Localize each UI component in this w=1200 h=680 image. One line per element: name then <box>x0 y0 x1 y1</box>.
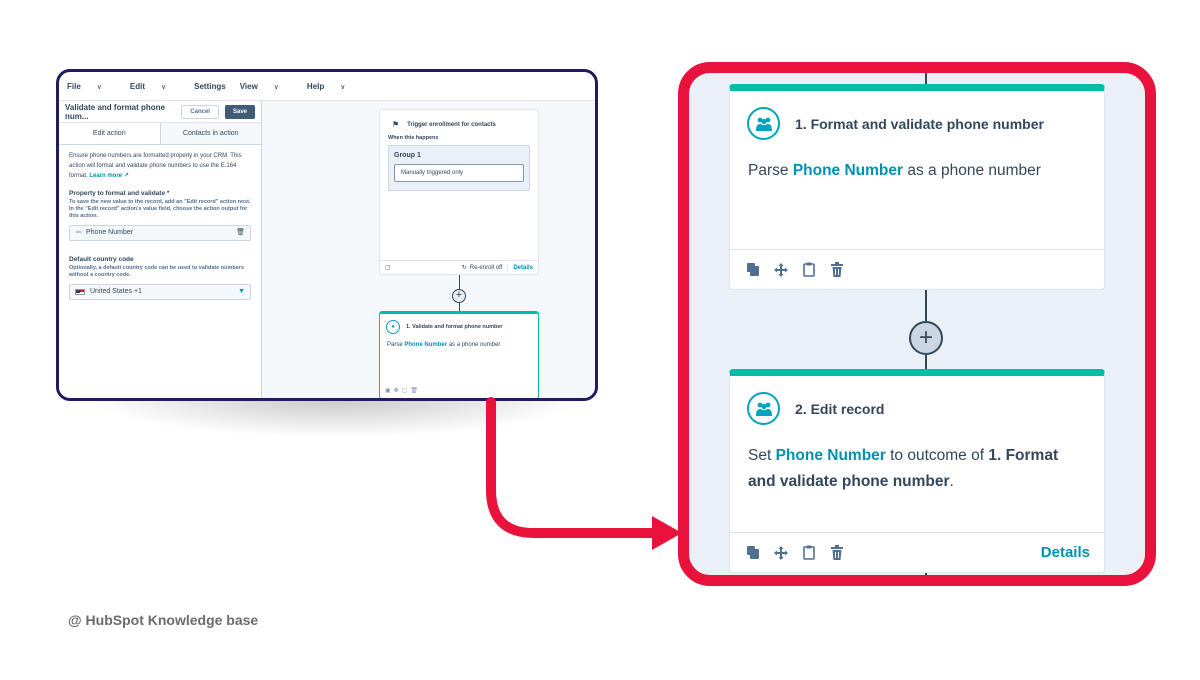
country-code-hint: Optionally, a default country code can b… <box>69 265 245 278</box>
action-header: 2. Edit record <box>730 376 1104 435</box>
property-token: Phone Number <box>792 162 904 179</box>
copy-icon[interactable]: ▢ <box>385 264 391 271</box>
action-details-link[interactable]: Details <box>1041 544 1090 561</box>
connector-line <box>925 355 927 369</box>
panel-tabs: Edit action Contacts in action <box>59 123 261 145</box>
menu-help[interactable]: Help ∨ <box>307 82 359 91</box>
external-link-icon: ↗ <box>123 173 129 179</box>
workflow-canvas: ⚑ Trigger enrollment for contacts When t… <box>262 101 595 398</box>
move-icon[interactable] <box>774 545 788 560</box>
trigger-group: Group 1 Manually triggered only <box>388 145 530 191</box>
delete-icon[interactable]: 🗑 <box>236 228 245 238</box>
trigger-card[interactable]: ⚑ Trigger enrollment for contacts When t… <box>379 109 539 275</box>
property-label: Property to format and validate * <box>69 190 170 197</box>
group-title: Group 1 <box>394 152 421 159</box>
action-header: ● 1. Validate and format phone number <box>380 314 538 340</box>
add-action-button[interactable]: + <box>452 289 466 303</box>
action-header: 1. Format and validate phone number <box>730 91 1104 150</box>
property-field[interactable]: ≔ Phone Number 🗑 <box>69 225 251 241</box>
panel-header: Validate and format phone num... Cancel … <box>59 101 261 123</box>
connector-line <box>459 275 460 289</box>
source-caption: @ HubSpot Knowledge base <box>68 612 259 628</box>
property-hint: To save the new value to the record, add… <box>69 199 251 219</box>
panel-body: Ensure phone numbers are formatted prope… <box>59 145 261 306</box>
cancel-button[interactable]: Cancel <box>181 104 219 119</box>
drag-handle-icon: ≔ <box>75 229 82 236</box>
connector-line <box>925 290 927 321</box>
action-card-small[interactable]: ● 1. Validate and format phone number Pa… <box>379 311 539 398</box>
trigger-when-label: When this happens <box>388 135 439 141</box>
trigger-criteria[interactable]: Manually triggered only <box>394 164 524 182</box>
copy-icon[interactable] <box>746 545 760 560</box>
reenroll-status[interactable]: Re-enroll off <box>470 265 503 271</box>
learn-more-link[interactable]: Learn more <box>89 173 122 179</box>
action-card-edit-record[interactable]: 2. Edit record Set Phone Number to outco… <box>729 369 1105 573</box>
save-button[interactable]: Save <box>224 104 255 119</box>
action-description: Ensure phone numbers are formatted prope… <box>69 153 242 179</box>
people-icon <box>747 107 780 140</box>
zoomed-workflow-view: 1. Format and validate phone number Pars… <box>678 62 1156 586</box>
action-body: Parse Phone Number as a phone number <box>748 162 1041 179</box>
people-icon <box>747 392 780 425</box>
trigger-footer: ▢ ↻ Re-enroll off Details <box>380 260 538 274</box>
country-code-label: Default country code <box>69 256 134 263</box>
tab-contacts-in-action[interactable]: Contacts in action <box>160 123 261 144</box>
trigger-title: Trigger enrollment for contacts <box>407 121 496 128</box>
property-token: Phone Number <box>775 447 886 464</box>
connector-line <box>459 303 460 311</box>
action-body: Parse Phone Number as a phone number <box>387 342 501 348</box>
trigger-details-link[interactable]: Details <box>507 264 533 271</box>
action-toolbar: Details <box>730 532 1104 572</box>
tab-edit-action[interactable]: Edit action <box>59 123 161 144</box>
property-value: Phone Number <box>86 229 134 236</box>
menu-file[interactable]: File ∨ <box>67 82 116 91</box>
screenshot-shadow <box>86 398 586 438</box>
flag-icon: ⚑ <box>392 120 400 129</box>
us-flag-icon <box>75 289 85 295</box>
connector-line <box>925 73 927 84</box>
reenroll-icon: ↻ <box>461 265 467 271</box>
trigger-header: ⚑ Trigger enrollment for contacts <box>380 110 538 135</box>
delete-icon[interactable] <box>830 545 844 560</box>
copy-icon[interactable] <box>746 262 760 277</box>
menu-bar: File ∨ Edit ∨ Settings View ∨ Help ∨ <box>59 72 595 101</box>
delete-icon[interactable] <box>830 262 844 277</box>
clipboard-icon[interactable] <box>802 545 816 560</box>
country-code-value: United States +1 <box>90 288 142 295</box>
menu-view[interactable]: View ∨ <box>240 82 293 91</box>
action-toolbar <box>730 249 1104 289</box>
menu-edit[interactable]: Edit ∨ <box>130 82 180 91</box>
action-title: 1. Validate and format phone number <box>406 324 503 330</box>
add-action-button[interactable]: + <box>909 321 943 355</box>
action-title: 1. Format and validate phone number <box>795 115 1044 132</box>
action-toolbar: ▣✥▢🗑 <box>385 388 421 394</box>
workflow-editor-screenshot: File ∨ Edit ∨ Settings View ∨ Help ∨ Validat… <box>56 69 598 401</box>
move-icon[interactable] <box>774 262 788 277</box>
action-panel: Validate and format phone num... Cancel … <box>59 101 262 398</box>
menu-settings[interactable]: Settings <box>194 82 226 91</box>
connector-line <box>925 573 927 575</box>
clipboard-icon[interactable] <box>802 262 816 277</box>
panel-title: Validate and format phone num... <box>65 102 166 121</box>
country-code-select[interactable]: United States +1 ▼ <box>69 284 251 300</box>
action-card-format-validate[interactable]: 1. Format and validate phone number Pars… <box>729 84 1105 290</box>
dropdown-caret-icon: ▼ <box>238 288 245 295</box>
people-icon: ● <box>386 320 400 334</box>
action-title: 2. Edit record <box>795 400 885 417</box>
action-body: Set Phone Number to outcome of 1. Format… <box>748 447 1059 490</box>
